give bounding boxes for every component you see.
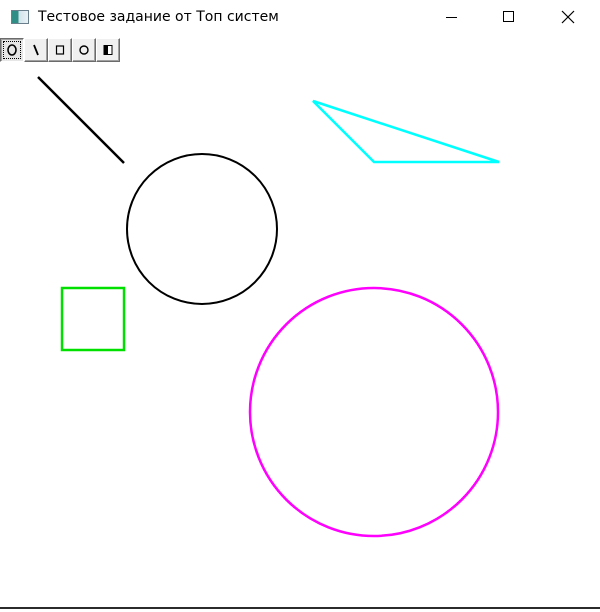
rectangle-tool-icon <box>55 45 65 55</box>
shape-toolbar <box>0 38 120 62</box>
circle-tool-button[interactable] <box>72 38 96 62</box>
fill-tool-icon <box>103 45 113 55</box>
window-bottom-border <box>0 607 600 609</box>
cyan-triangle-shape[interactable] <box>312 99 500 164</box>
green-square-shape[interactable] <box>60 286 126 352</box>
circle-tool-icon <box>79 45 89 55</box>
magenta-circle-shape[interactable] <box>248 286 500 538</box>
black-circle-shape[interactable] <box>126 153 278 305</box>
ellipse-tool-icon <box>7 44 17 56</box>
line-tool-button[interactable] <box>24 38 48 62</box>
black-line-shape[interactable] <box>37 76 125 164</box>
fill-tool-button[interactable] <box>96 38 120 62</box>
rectangle-tool-button[interactable] <box>48 38 72 62</box>
app-window: Тестовое задание от Топ систем <box>0 0 600 612</box>
drawing-canvas[interactable] <box>0 0 600 612</box>
ellipse-tool-button[interactable] <box>0 38 24 62</box>
line-tool-icon <box>33 44 39 56</box>
